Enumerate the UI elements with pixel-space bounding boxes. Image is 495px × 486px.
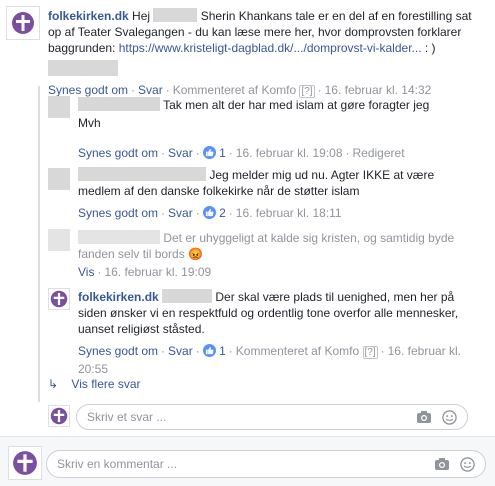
like-link[interactable]: Synes godt om — [78, 146, 158, 160]
help-qmark[interactable]: [?] — [362, 346, 378, 359]
avatar[interactable] — [48, 168, 70, 190]
comment-input-placeholder: Skriv en kommentar ... — [57, 457, 178, 471]
cross-logo-icon — [12, 12, 34, 34]
redacted-name — [162, 289, 213, 303]
redacted-name — [78, 97, 160, 111]
reply-link[interactable]: Svar — [168, 146, 193, 160]
edited-label[interactable]: Redigeret — [353, 146, 405, 160]
reply-2: Jeg melder mig ud nu. Agter IKKE at være… — [78, 167, 478, 221]
smiley-icon[interactable] — [460, 456, 475, 472]
thumbs-up-icon — [202, 146, 216, 159]
reply-date[interactable]: 16. februar kl. 19:08 — [236, 146, 343, 160]
reply-date[interactable]: 16. februar kl. 18:11 — [236, 206, 342, 220]
main-comment-text: folkekirken.dk Hej Sherin Khankans tale … — [48, 8, 488, 56]
folkekirken-avatar[interactable] — [48, 288, 70, 310]
reply-meta: Synes godt om · Svar · 1 · 16. februar kl. 19… — [78, 146, 405, 160]
thumbs-up-icon — [202, 344, 216, 357]
comment-author[interactable]: folkekirken.dk — [48, 9, 129, 23]
comment-date[interactable]: 16. februar kl. 14:32 — [325, 83, 432, 97]
show-link[interactable]: Vis — [78, 265, 94, 279]
reply-input[interactable]: Skriv et svar ... — [76, 404, 468, 430]
redacted-name — [78, 167, 206, 181]
thumbs-up-icon — [202, 206, 216, 219]
angry-emoji-icon: 😡 — [188, 247, 204, 261]
reply-1: Tak men alt der har med islam at gøre fo… — [78, 97, 478, 161]
reply-input-placeholder: Skriv et svar ... — [87, 410, 167, 424]
reply-thread-line — [38, 86, 40, 402]
comments-panel: folkekirken.dk Hej Sherin Khankans tale … — [0, 0, 495, 486]
cross-logo-icon — [13, 451, 37, 475]
input-icons — [416, 409, 467, 425]
reply-link[interactable]: Svar — [168, 206, 193, 220]
like-link[interactable]: Synes godt om — [48, 83, 128, 97]
reply-meta: Synes godt om · Svar · 1 · Kommenteret af Kom… — [78, 344, 461, 376]
comment-author[interactable]: folkekirken.dk — [78, 290, 159, 304]
reply-signoff: Mvh — [78, 116, 101, 130]
main-comment: folkekirken.dk Hej Sherin Khankans tale … — [48, 8, 488, 100]
reply-link[interactable]: Svar — [168, 344, 193, 358]
reply-4: folkekirken.dk Der skal være plads til u… — [78, 289, 478, 377]
commented-by: Kommenteret af Komfo — [235, 344, 360, 358]
folkekirken-avatar — [8, 446, 42, 480]
reply-link[interactable]: Svar — [138, 83, 163, 97]
folkekirken-avatar[interactable] — [6, 6, 40, 40]
comment-input[interactable]: Skriv en kommentar ... — [46, 450, 486, 478]
like-count[interactable]: 2 — [219, 206, 226, 220]
folkekirken-avatar — [48, 405, 70, 427]
like-count[interactable]: 1 — [219, 146, 226, 160]
like-link[interactable]: Synes godt om — [78, 344, 158, 358]
cross-logo-icon — [50, 407, 68, 425]
cross-logo-icon — [50, 290, 68, 308]
more-replies[interactable]: ↳ Vis flere svar — [48, 376, 141, 392]
reply-meta: Synes godt om · Svar · 2 · 16. februar kl. 18… — [78, 206, 342, 220]
avatar[interactable] — [48, 96, 70, 118]
redacted-name — [153, 8, 198, 22]
avatar[interactable] — [48, 229, 70, 251]
like-count[interactable]: 1 — [219, 344, 226, 358]
reply-date[interactable]: 16. februar kl. 19:09 — [104, 265, 211, 279]
more-replies-link[interactable]: Vis flere svar — [71, 377, 140, 391]
reply-meta: Vis · 16. februar kl. 19:09 — [78, 265, 212, 279]
redacted-name — [78, 230, 160, 244]
commented-by: Kommenteret af Komfo — [172, 83, 297, 97]
reply-text: Tak men alt der har med islam at gøre fo… — [163, 98, 430, 112]
camera-icon[interactable] — [434, 457, 450, 471]
camera-icon[interactable] — [416, 410, 432, 424]
smiley-icon[interactable] — [442, 409, 457, 425]
input-icons — [434, 456, 485, 472]
greeting: Hej — [132, 9, 151, 23]
reply-arrow-icon: ↳ — [48, 377, 59, 391]
smiley-text: : ) — [424, 41, 436, 55]
redacted-line — [48, 60, 118, 76]
reply-3: Det er uhyggeligt at kalde sig kristen, … — [78, 230, 478, 280]
like-link[interactable]: Synes godt om — [78, 206, 158, 220]
article-link[interactable]: https://www.kristeligt-dagblad.dk/.../do… — [119, 41, 422, 55]
